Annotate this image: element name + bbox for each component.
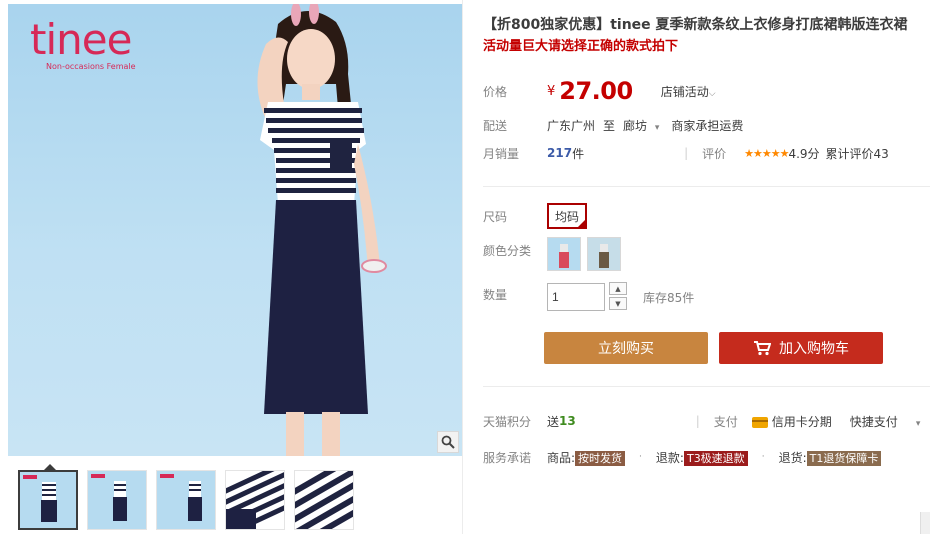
payment-label: 支付 xyxy=(713,414,738,429)
points-text: 送 xyxy=(547,414,560,429)
points-payment-row: 天猫积分 送 13 | 支付 信用卡分期 快捷支付 ▾ xyxy=(483,412,920,430)
service-item-return[interactable]: 退货: T1退货保障卡 xyxy=(779,449,882,466)
separator: | xyxy=(695,414,700,428)
service-prefix: 退款: xyxy=(655,450,684,465)
service-item-goods[interactable]: 商品: 按时发货 xyxy=(547,449,626,466)
quantity-increase-button[interactable]: ▲ xyxy=(609,282,627,295)
sales-label: 月销量 xyxy=(483,146,520,161)
shipping-fee: 商家承担运费 xyxy=(671,118,744,133)
product-subtitle: 活动量巨大请选择正确的款式拍下 xyxy=(483,39,679,54)
thumbnail-3[interactable] xyxy=(156,470,216,530)
service-label: 服务承诺 xyxy=(483,450,532,465)
quantity-label: 数量 xyxy=(483,288,508,302)
service-badge: 按时发货 xyxy=(575,450,626,466)
installment-link[interactable]: 信用卡分期 xyxy=(751,413,832,430)
points-label: 天猫积分 xyxy=(483,414,532,429)
product-title-block: 【折800独家优惠】tinee 夏季新款条纹上衣修身打底裙韩版连衣裙 活动量巨大… xyxy=(483,14,923,58)
size-label: 尺码 xyxy=(483,209,508,224)
thumbnail-2[interactable] xyxy=(87,470,147,530)
buy-now-button[interactable]: 立刻购买 xyxy=(544,332,708,364)
shipping-label: 配送 xyxy=(483,118,508,133)
main-product-image[interactable]: tinee Non-occasions Female xyxy=(8,4,462,456)
currency-symbol: ¥ xyxy=(547,83,556,99)
thumbnail-image xyxy=(88,471,146,529)
divider xyxy=(483,186,930,187)
points-value: 13 xyxy=(559,414,576,428)
color-swatch-image xyxy=(548,238,580,270)
scrollbar[interactable] xyxy=(920,512,930,534)
price-value: 27.00 xyxy=(559,77,633,105)
color-option-1[interactable] xyxy=(547,237,581,271)
service-row: 服务承诺 商品: 按时发货 · 退款: T3极速退款 · 退货: T1退货保障卡 xyxy=(483,448,882,466)
reviews-link[interactable]: 累计评价43 xyxy=(826,145,889,162)
ship-to-dropdown[interactable]: 廊坊 ▾ xyxy=(623,117,659,134)
star-icon: ★★★★★ xyxy=(744,146,789,160)
stock-text: 库存85件 xyxy=(643,290,695,305)
buy-now-label: 立刻购买 xyxy=(598,341,654,357)
size-row: 尺码 均码 xyxy=(483,202,588,230)
ship-from: 广东广州 xyxy=(547,118,596,133)
thumbnail-strip xyxy=(18,470,354,530)
card-icon xyxy=(751,416,768,428)
thumbnail-image xyxy=(20,472,76,528)
zoom-icon xyxy=(441,435,455,449)
price-row: 价格 ¥ 27.00 店铺活动⌵ xyxy=(483,76,716,106)
panel-divider xyxy=(462,0,463,534)
price-label: 价格 xyxy=(483,84,508,99)
service-badge: T1退货保障卡 xyxy=(806,450,882,466)
add-to-cart-button[interactable]: 加入购物车 xyxy=(719,332,883,364)
cart-icon xyxy=(754,341,771,356)
store-promo-dropdown[interactable]: 店铺活动⌵ xyxy=(661,83,716,100)
chevron-down-icon: ▾ xyxy=(654,122,660,133)
divider xyxy=(483,386,930,387)
brand-logo-text: tinee xyxy=(30,15,132,64)
sales-unit: 件 xyxy=(572,146,585,161)
brand-tagline: Non-occasions Female xyxy=(46,62,136,71)
product-title: 【折800独家优惠】tinee 夏季新款条纹上衣修身打底裙韩版连衣裙 xyxy=(483,17,908,33)
brand-logo: tinee Non-occasions Female xyxy=(30,14,136,71)
thumbnail-1[interactable] xyxy=(18,470,78,530)
color-row: 颜色分类 xyxy=(483,236,627,272)
chevron-down-icon: ⌵ xyxy=(708,88,716,99)
sales-row: 月销量 217 件 | 评价 ★★★★★ 4.9分 累计评价43 xyxy=(483,144,889,162)
service-prefix: 退货: xyxy=(778,450,807,465)
quantity-input[interactable] xyxy=(547,283,605,311)
rating-label: 评价 xyxy=(702,146,727,161)
ship-to-value: 廊坊 xyxy=(623,118,648,133)
thumbnail-image xyxy=(157,471,215,529)
model-photo xyxy=(257,4,387,456)
service-badge: T3极速退款 xyxy=(683,450,748,466)
separator: · xyxy=(761,452,765,462)
quantity-stepper: ▲ ▼ xyxy=(609,282,627,312)
size-option-label: 均码 xyxy=(555,209,580,224)
add-to-cart-label: 加入购物车 xyxy=(779,341,849,357)
separator: | xyxy=(684,146,689,160)
service-prefix: 商品: xyxy=(547,450,576,465)
separator: · xyxy=(639,452,642,462)
quantity-decrease-button[interactable]: ▼ xyxy=(609,297,627,310)
store-promo-label: 店铺活动 xyxy=(660,84,709,99)
color-swatch-image xyxy=(588,238,620,270)
ship-to-word: 至 xyxy=(603,118,616,133)
service-item-refund[interactable]: 退款: T3极速退款 xyxy=(656,449,748,466)
selected-check-icon xyxy=(577,219,587,228)
thumbnail-image xyxy=(295,471,353,529)
chevron-down-icon: ▾ xyxy=(915,418,921,429)
sales-count: 217 xyxy=(547,146,573,160)
quick-pay-dropdown[interactable]: 快捷支付 ▾ xyxy=(850,413,921,430)
thumbnail-image xyxy=(226,471,284,529)
zoom-button[interactable] xyxy=(437,431,459,453)
color-label: 颜色分类 xyxy=(483,244,532,258)
quick-pay-label: 快捷支付 xyxy=(849,414,898,429)
quantity-row: 数量 ▲ ▼ 库存85件 xyxy=(483,282,694,312)
color-option-2[interactable] xyxy=(587,237,621,271)
rating-score: 4.9分 xyxy=(788,146,820,161)
installment-label: 信用卡分期 xyxy=(771,414,832,429)
thumbnail-4[interactable] xyxy=(225,470,285,530)
shipping-row: 配送 广东广州 至 廊坊 ▾ 商家承担运费 xyxy=(483,116,743,134)
thumbnail-5[interactable] xyxy=(294,470,354,530)
size-option-one-size[interactable]: 均码 xyxy=(547,203,588,229)
